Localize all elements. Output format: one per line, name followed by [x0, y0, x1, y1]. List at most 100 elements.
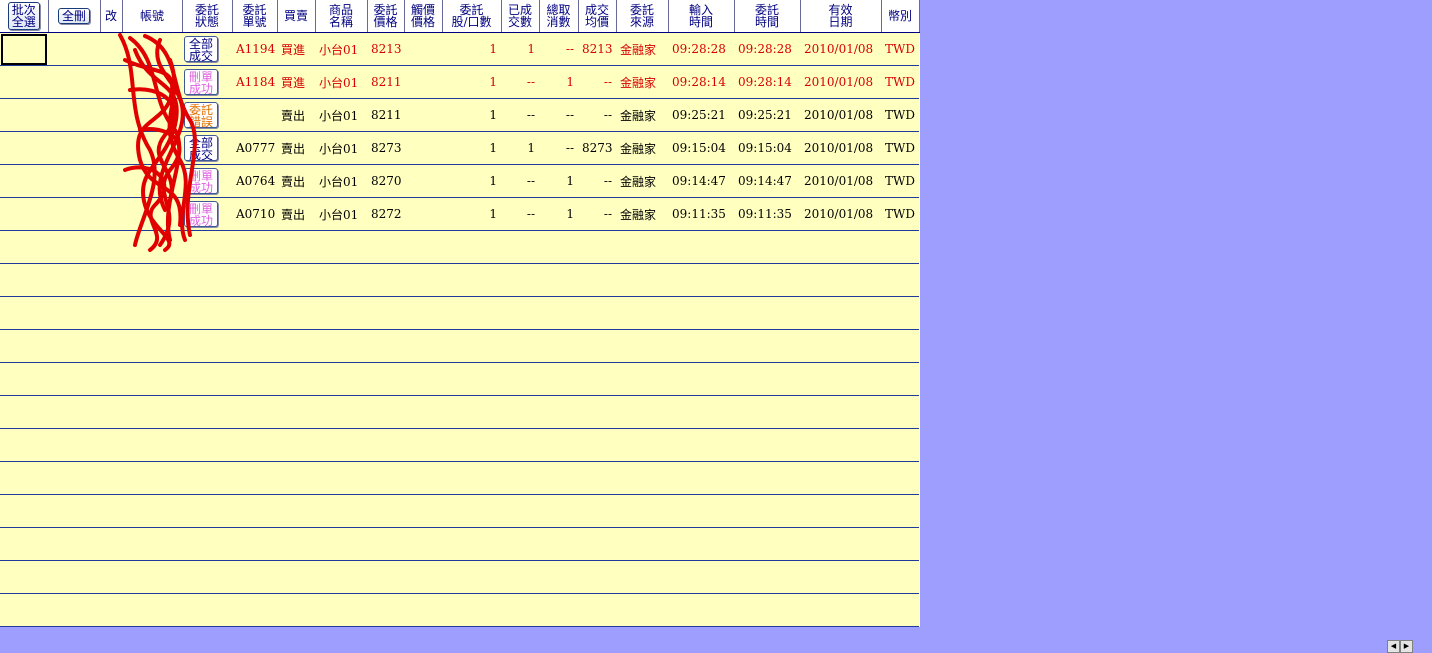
- trigger-price-cell: [404, 65, 442, 99]
- header-order-price: 委託 價格: [367, 0, 405, 33]
- delete-cell[interactable]: [48, 98, 100, 132]
- cancelled-qty-cell: 1: [539, 197, 578, 231]
- empty-row: [0, 395, 919, 429]
- input-time-cell: 09:15:04: [668, 131, 734, 165]
- trigger-price-cell: [404, 131, 442, 165]
- modify-cell[interactable]: [100, 131, 122, 165]
- empty-cell: [0, 362, 919, 396]
- qty-cell: 1: [442, 197, 501, 231]
- empty-cell: [0, 527, 919, 561]
- price-cell: 8272: [367, 197, 404, 231]
- select-cell[interactable]: [0, 164, 48, 198]
- cancelled-qty-cell: --: [539, 131, 578, 165]
- delete-cell[interactable]: [48, 65, 100, 99]
- header-buy-sell: 買賣: [277, 0, 316, 33]
- delete-cell[interactable]: [48, 32, 100, 66]
- status-cell[interactable]: 刪單 成功: [182, 65, 232, 99]
- empty-row: [0, 560, 919, 594]
- table-row[interactable]: 全部 成交 A1194 買進 小台01 8213 1 1 -- 8213 金融家 09:28:28 0…: [0, 32, 919, 66]
- table-row[interactable]: 全部 成交 A0777 賣出 小台01 8273 1 1 -- 8273 金融家 09:15:04 0…: [0, 131, 919, 165]
- header-order-qty: 委託 股/口數: [442, 0, 502, 33]
- input-time-cell: 09:28:28: [668, 32, 734, 66]
- valid-date-cell: 2010/01/08: [800, 197, 881, 231]
- avg-price-cell: --: [578, 98, 616, 132]
- cancelled-qty-cell: 1: [539, 65, 578, 99]
- valid-date-cell: 2010/01/08: [800, 98, 881, 132]
- empty-row: [0, 329, 919, 363]
- select-cell[interactable]: [0, 197, 48, 231]
- valid-date-cell: 2010/01/08: [800, 131, 881, 165]
- input-time-cell: 09:11:35: [668, 197, 734, 231]
- side-cell: 買進: [277, 32, 315, 66]
- currency-cell: TWD: [881, 98, 919, 132]
- status-button[interactable]: 委託 錯誤: [184, 101, 218, 128]
- account-cell: [122, 32, 182, 66]
- select-cell[interactable]: [0, 131, 48, 165]
- empty-row: [0, 296, 919, 330]
- empty-row: [0, 362, 919, 396]
- table-row[interactable]: 刪單 成功 A0764 賣出 小台01 8270 1 -- 1 -- 金融家 09:14:47 09:…: [0, 164, 919, 198]
- arrow-left-icon[interactable]: ◀: [1387, 640, 1400, 653]
- trigger-price-cell: [404, 197, 442, 231]
- order-no-cell: A1184: [232, 65, 277, 99]
- header-batch-select[interactable]: 批次 全選: [0, 0, 49, 33]
- price-cell: 8213: [367, 32, 404, 66]
- empty-row: [0, 593, 919, 627]
- delete-cell[interactable]: [48, 164, 100, 198]
- arrow-right-icon[interactable]: ▶: [1400, 640, 1413, 653]
- cancelled-qty-cell: --: [539, 32, 578, 66]
- header-modify: 改: [100, 0, 123, 33]
- header-source: 委託 來源: [616, 0, 669, 33]
- filled-qty-cell: --: [501, 65, 539, 99]
- modify-cell[interactable]: [100, 65, 122, 99]
- account-cell: [122, 98, 182, 132]
- header-delete-all[interactable]: 全刪: [48, 0, 101, 33]
- empty-cell: [0, 494, 919, 528]
- product-cell: 小台01: [315, 65, 367, 99]
- header-input-time: 輸入 時間: [668, 0, 735, 33]
- avg-price-cell: --: [578, 65, 616, 99]
- order-no-cell: [232, 98, 277, 132]
- modify-cell[interactable]: [100, 98, 122, 132]
- select-cell[interactable]: [0, 98, 48, 132]
- qty-cell: 1: [442, 65, 501, 99]
- trigger-price-cell: [404, 32, 442, 66]
- status-cell[interactable]: 刪單 成功: [182, 197, 232, 231]
- modify-cell[interactable]: [100, 32, 122, 66]
- status-button[interactable]: 刪單 成功: [184, 200, 218, 227]
- side-cell: 賣出: [277, 131, 315, 165]
- status-cell[interactable]: 刪單 成功: [182, 164, 232, 198]
- modify-cell[interactable]: [100, 164, 122, 198]
- header-valid-date: 有效 日期: [800, 0, 882, 33]
- table-row[interactable]: 刪單 成功 A0710 賣出 小台01 8272 1 -- 1 -- 金融家 09:11:35 09:…: [0, 197, 919, 231]
- filled-qty-cell: --: [501, 98, 539, 132]
- side-cell: 買進: [277, 65, 315, 99]
- horizontal-scrollbar[interactable]: ◀ ▶: [1387, 640, 1413, 653]
- status-button[interactable]: 全部 成交: [184, 134, 218, 161]
- status-button[interactable]: 全部 成交: [184, 35, 218, 62]
- header-row: 批次 全選 全刪 改 帳號 委託 狀態 委託 單號 買賣 商品 名稱 委託 價格…: [0, 0, 920, 33]
- status-button[interactable]: 刪單 成功: [184, 68, 218, 95]
- order-time-cell: 09:25:21: [734, 98, 800, 132]
- account-cell: [122, 131, 182, 165]
- status-cell[interactable]: 全部 成交: [182, 32, 232, 66]
- filled-qty-cell: --: [501, 164, 539, 198]
- table-row[interactable]: 刪單 成功 A1184 買進 小台01 8211 1 -- 1 -- 金融家 09:28:14 09:…: [0, 65, 919, 99]
- modify-cell[interactable]: [100, 197, 122, 231]
- header-cancelled-qty: 總取 消數: [539, 0, 579, 33]
- empty-cell: [0, 428, 919, 462]
- price-cell: 8270: [367, 164, 404, 198]
- batch-select-all-button[interactable]: 批次 全選: [7, 2, 40, 30]
- status-cell[interactable]: 委託 錯誤: [182, 98, 232, 132]
- delete-cell[interactable]: [48, 131, 100, 165]
- table-row[interactable]: 委託 錯誤 賣出 小台01 8211 1 -- -- -- 金融家 09:25:21 09:25:2…: [0, 98, 919, 132]
- select-cell[interactable]: [0, 32, 48, 66]
- delete-all-button[interactable]: 全刪: [57, 8, 90, 24]
- empty-cell: [0, 329, 919, 363]
- select-cell[interactable]: [0, 65, 48, 99]
- delete-cell[interactable]: [48, 197, 100, 231]
- status-button[interactable]: 刪單 成功: [184, 167, 218, 194]
- empty-row: [0, 230, 919, 264]
- empty-row: [0, 461, 919, 495]
- status-cell[interactable]: 全部 成交: [182, 131, 232, 165]
